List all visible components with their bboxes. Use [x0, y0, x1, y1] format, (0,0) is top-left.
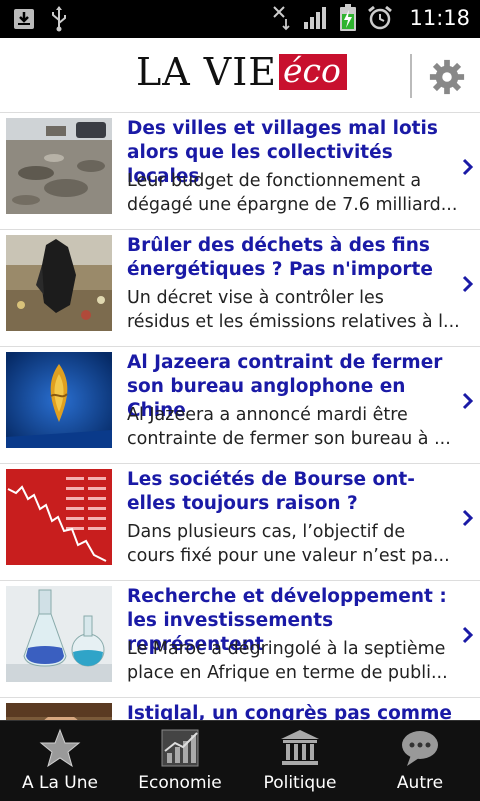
header-divider — [410, 54, 412, 98]
chevron-right-icon — [462, 392, 474, 410]
article-item[interactable]: Al Jazeera contraint de fermer son burea… — [0, 347, 480, 464]
summary-line: Leur budget de fonctionnement a — [127, 171, 422, 191]
article-thumbnail — [6, 235, 112, 331]
article-thumbnail — [6, 586, 112, 682]
app-header: LA VIE éco — [0, 38, 480, 113]
star-icon — [39, 728, 81, 768]
logo-text: LA VIE — [136, 50, 277, 94]
gear-icon[interactable] — [428, 58, 466, 96]
tab-label: A La Une — [21, 773, 98, 793]
article-thumbnail — [6, 703, 112, 721]
article-item[interactable]: Brûler des déchets à des fins énergétiqu… — [0, 230, 480, 347]
summary-line: Le Maroc a dégringolé à la septième — [127, 639, 446, 659]
tab-politique[interactable]: Politique — [240, 721, 360, 801]
article-summary: Le Maroc a dégringolé à la septième plac… — [127, 637, 467, 685]
tab-autre[interactable]: Autre — [360, 721, 480, 801]
download-icon — [14, 9, 34, 29]
chevron-right-icon — [462, 158, 474, 176]
chevron-right-icon — [462, 626, 474, 644]
summary-line: cours fixé pour une valeur n’est pa... — [127, 546, 450, 566]
summary-line: dégagé une épargne de 7.6 milliard... — [127, 195, 458, 215]
article-title[interactable]: Brûler des déchets à des fins énergétiqu… — [127, 234, 462, 282]
summary-line: contrainte de fermer son bureau à ... — [127, 429, 451, 449]
article-thumbnail — [6, 118, 112, 214]
article-item[interactable]: Istiqlal, un congrès pas comme — [0, 698, 480, 721]
chevron-right-icon — [462, 509, 474, 527]
article-summary: Leur budget de fonctionnement a dégagé u… — [127, 169, 467, 217]
article-title[interactable]: Istiqlal, un congrès pas comme — [127, 702, 462, 721]
summary-line: Un décret vise à contrôler les — [127, 288, 384, 308]
tab-label: Autre — [396, 773, 444, 793]
battery-charging-icon — [340, 4, 357, 31]
article-summary: Un décret vise à contrôler les résidus e… — [127, 286, 467, 334]
tab-label: Politique — [263, 773, 337, 793]
article-summary: Al Jazeera a annoncé mardi être contrain… — [127, 403, 467, 451]
article-list[interactable]: Des villes et villages mal lotis alors q… — [0, 113, 480, 721]
article-summary: Dans plusieurs cas, l’objectif de cours … — [127, 520, 467, 568]
chart-icon — [161, 729, 199, 767]
article-item[interactable]: Des villes et villages mal lotis alors q… — [0, 113, 480, 230]
summary-line: place en Afrique en terme de publi... — [127, 663, 448, 683]
data-arrows-icon — [273, 6, 291, 31]
bottom-tab-bar: A La Une Economie Politique Autre — [0, 720, 480, 801]
tab-a-la-une[interactable]: A La Une — [0, 721, 120, 801]
clock-time: 11:18 — [409, 6, 470, 30]
building-icon — [281, 730, 319, 765]
logo-accent: éco — [278, 54, 347, 90]
alarm-icon — [368, 5, 393, 30]
tab-economie[interactable]: Economie — [120, 721, 240, 801]
speech-bubble-icon — [402, 731, 438, 766]
article-thumbnail — [6, 352, 112, 448]
summary-line: résidus et les émissions relatives à l..… — [127, 312, 460, 332]
summary-line: Dans plusieurs cas, l’objectif de — [127, 522, 406, 542]
status-bar: 11:18 — [0, 0, 480, 38]
app-logo: LA VIE éco — [136, 52, 347, 92]
article-item[interactable]: Les sociétés de Bourse ont-elles toujour… — [0, 464, 480, 581]
article-thumbnail — [6, 469, 112, 565]
article-item[interactable]: Recherche et développement : les investi… — [0, 581, 480, 698]
usb-icon — [52, 6, 66, 32]
signal-icon — [304, 7, 327, 29]
article-title[interactable]: Les sociétés de Bourse ont-elles toujour… — [127, 468, 462, 516]
tab-label: Economie — [138, 773, 222, 793]
chevron-right-icon — [462, 275, 474, 293]
summary-line: Al Jazeera a annoncé mardi être — [127, 405, 408, 425]
